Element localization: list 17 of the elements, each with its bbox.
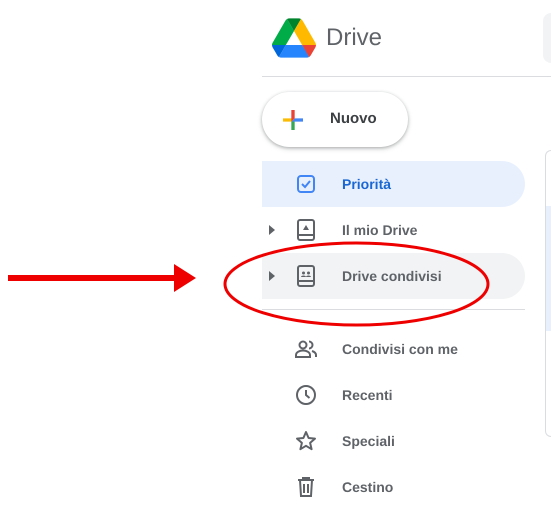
nav-item[interactable]: Cestino: [262, 464, 525, 508]
nav-item[interactable]: Priorità: [262, 161, 525, 207]
nav-item[interactable]: Condivisi con me: [262, 326, 525, 372]
nav-item[interactable]: Recenti: [262, 372, 525, 418]
new-button[interactable]: Nuovo: [262, 92, 408, 147]
caret-icon[interactable]: [269, 225, 275, 235]
nav-item[interactable]: Drive condivisi: [262, 253, 525, 299]
app-title: Drive: [326, 23, 382, 53]
clock-icon: [294, 383, 318, 407]
shared-drive-icon: [294, 264, 318, 288]
star-icon: [294, 429, 318, 453]
drive-logo-icon: [272, 18, 316, 58]
drive-folder-icon: [294, 218, 318, 242]
caret-icon[interactable]: [269, 271, 275, 281]
nav-item[interactable]: Speciali: [262, 418, 525, 464]
nav-item[interactable]: Il mio Drive: [262, 207, 525, 253]
check-box-icon: [294, 172, 318, 196]
